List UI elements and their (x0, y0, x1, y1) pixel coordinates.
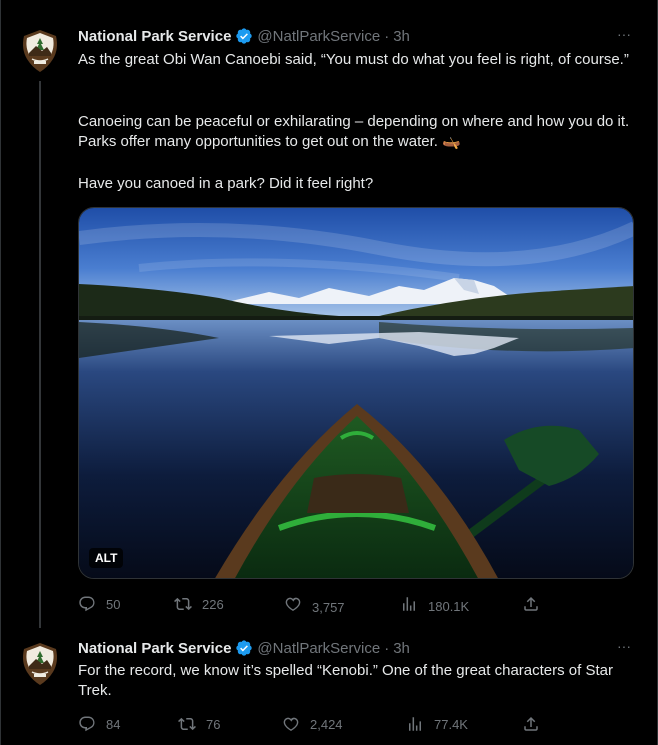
views-button[interactable]: 77.4K (406, 714, 468, 734)
verified-badge-icon (236, 640, 253, 656)
reply-button[interactable]: 84 (78, 714, 120, 734)
share-button[interactable] (522, 594, 540, 614)
like-count: 3,757 (312, 599, 345, 615)
author-handle[interactable]: @NatlParkService (257, 28, 380, 45)
reply-count: 84 (106, 716, 121, 732)
tweet-text-line-1: As the great Obi Wan Canoebi said, “You … (78, 51, 629, 68)
share-button[interactable] (522, 714, 540, 734)
tweet-header: National Park Service @NatlParkService ·… (78, 26, 410, 46)
separator-dot: · (384, 639, 390, 657)
reply-count: 50 (106, 596, 121, 612)
nps-arrowhead-logo-icon (23, 30, 57, 72)
view-count: 180.1K (428, 598, 470, 614)
author-name[interactable]: National Park Service (78, 640, 231, 657)
alt-text-badge[interactable]: ALT (89, 548, 124, 568)
heart-icon (283, 717, 299, 731)
retweet-count: 226 (202, 596, 224, 612)
views-chart-icon (409, 717, 421, 731)
author-handle[interactable]: @NatlParkService (257, 640, 380, 657)
share-icon (524, 596, 538, 611)
tweet-text-line-2: Canoeing can be peaceful or exhilarating… (78, 113, 634, 150)
more-options-button[interactable]: ··· (612, 26, 636, 46)
tweet-photo[interactable]: ALT (78, 207, 634, 579)
like-count: 2,424 (310, 716, 343, 732)
retweet-count: 76 (206, 716, 221, 732)
retweet-button[interactable]: 76 (178, 714, 220, 734)
tweet-header: National Park Service @NatlParkService ·… (78, 638, 410, 658)
more-options-button[interactable]: ··· (612, 638, 636, 658)
share-icon (524, 716, 538, 731)
timestamp[interactable]: 3h (393, 640, 410, 657)
tweet-1[interactable]: National Park Service @NatlParkService ·… (0, 0, 658, 628)
views-button[interactable]: 180.1K (400, 594, 469, 614)
reply-button[interactable]: 50 (78, 594, 120, 614)
tweet-2[interactable]: National Park Service @NatlParkService ·… (0, 628, 658, 745)
canoe-lake-photo (79, 208, 633, 578)
tweet-text-line-3: Have you canoed in a park? Did it feel r… (78, 175, 374, 192)
avatar[interactable] (20, 642, 60, 686)
reply-icon (79, 596, 95, 612)
views-chart-icon (403, 597, 415, 611)
retweet-icon (178, 717, 196, 731)
tweet-actions: 84 76 2,424 77.4K (78, 714, 558, 734)
verified-badge-icon (236, 28, 253, 44)
retweet-icon (174, 597, 192, 611)
retweet-button[interactable]: 226 (174, 594, 224, 614)
tweet-text: For the record, we know it’s spelled “Ke… (78, 662, 617, 699)
timestamp[interactable]: 3h (393, 28, 410, 45)
thread-connector-line (39, 81, 41, 628)
author-name[interactable]: National Park Service (78, 28, 231, 45)
like-button[interactable]: 2,424 (282, 714, 343, 734)
separator-dot: · (384, 27, 390, 45)
tweet-actions: 50 226 3,757 180.1K (78, 594, 558, 615)
avatar[interactable] (20, 29, 60, 73)
view-count: 77.4K (434, 716, 468, 732)
nps-arrowhead-logo-icon (23, 643, 57, 685)
like-button[interactable]: 3,757 (284, 594, 345, 615)
heart-icon (285, 597, 301, 611)
reply-icon (79, 716, 95, 732)
